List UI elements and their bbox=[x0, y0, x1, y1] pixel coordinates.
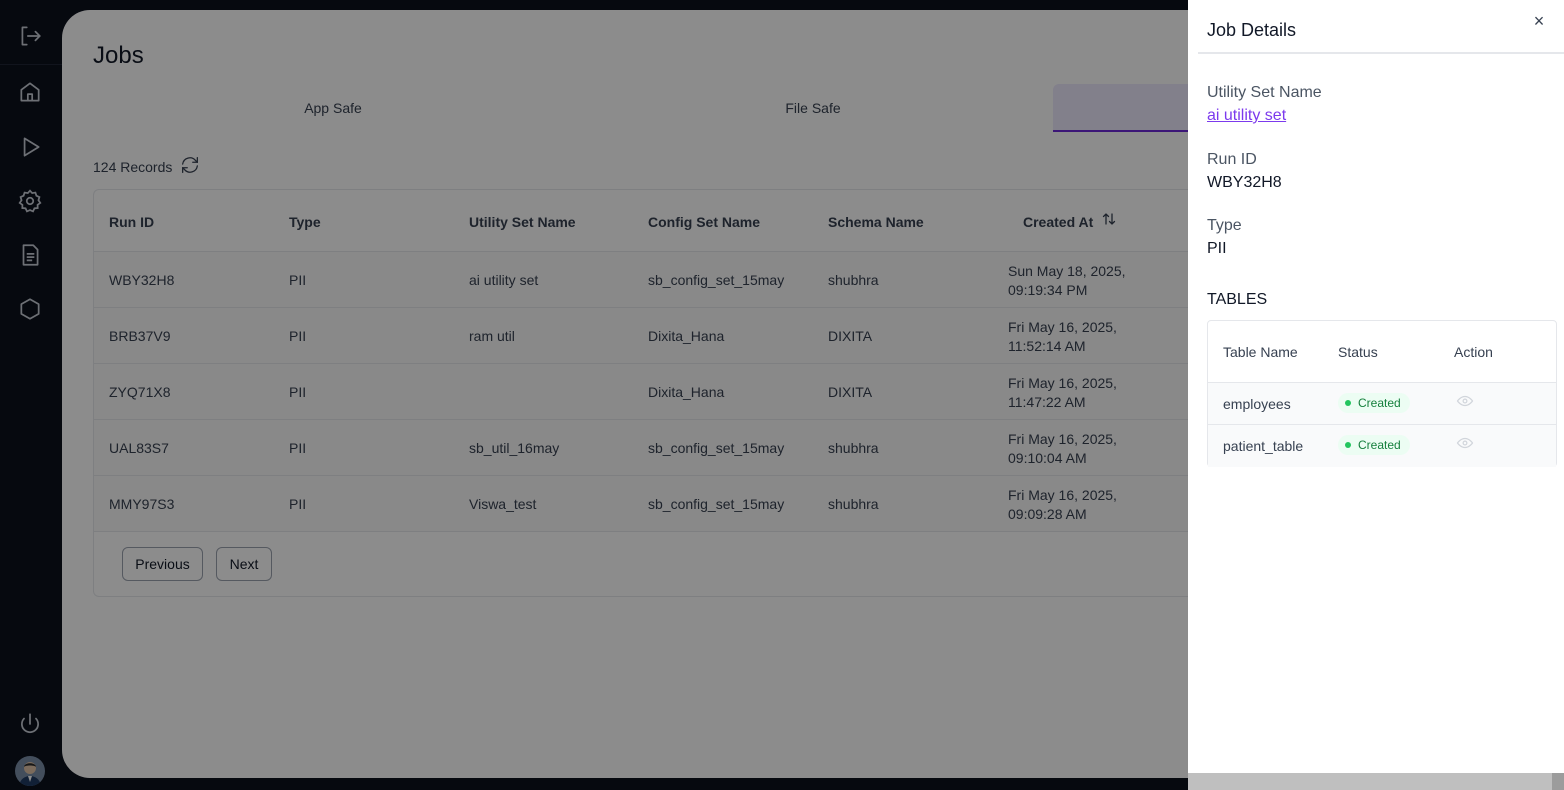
table-name: patient_table bbox=[1223, 438, 1304, 454]
horizontal-scrollbar[interactable] bbox=[1188, 773, 1552, 790]
close-icon[interactable]: × bbox=[1531, 11, 1547, 31]
status-text: Created bbox=[1358, 396, 1401, 410]
utility-set-label: Utility Set Name bbox=[1207, 84, 1322, 101]
drawer-title: Job Details bbox=[1207, 20, 1297, 40]
eye-icon[interactable] bbox=[1456, 434, 1474, 452]
status-dot bbox=[1345, 442, 1351, 448]
run-id-value: WBY32H8 bbox=[1207, 174, 1282, 191]
utility-set-link[interactable]: ai utility set bbox=[1207, 107, 1286, 125]
table-name: employees bbox=[1223, 396, 1291, 412]
status-badge: Created bbox=[1338, 393, 1410, 413]
drawer-divider bbox=[1198, 52, 1564, 54]
type-value: PII bbox=[1207, 240, 1227, 257]
status-text: Created bbox=[1358, 438, 1401, 452]
table-row: employees Created bbox=[1208, 383, 1556, 425]
tables-header: Table Name Status Action bbox=[1208, 321, 1556, 383]
status-dot bbox=[1345, 400, 1351, 406]
eye-icon[interactable] bbox=[1456, 392, 1474, 410]
scrollbar-corner bbox=[1552, 773, 1564, 790]
type-label: Type bbox=[1207, 217, 1242, 234]
header-status: Status bbox=[1338, 344, 1378, 360]
modal-backdrop[interactable] bbox=[0, 0, 1188, 790]
header-action: Action bbox=[1454, 344, 1493, 360]
table-row: patient_table Created bbox=[1208, 425, 1556, 467]
job-details-drawer: Job Details × Utility Set Name ai utilit… bbox=[1188, 0, 1564, 790]
header-table-name: Table Name bbox=[1223, 344, 1298, 360]
tables-heading: TABLES bbox=[1207, 291, 1268, 308]
run-id-label: Run ID bbox=[1207, 151, 1257, 168]
status-badge: Created bbox=[1338, 435, 1410, 455]
tables-list: Table Name Status Action employees Creat… bbox=[1207, 320, 1557, 467]
